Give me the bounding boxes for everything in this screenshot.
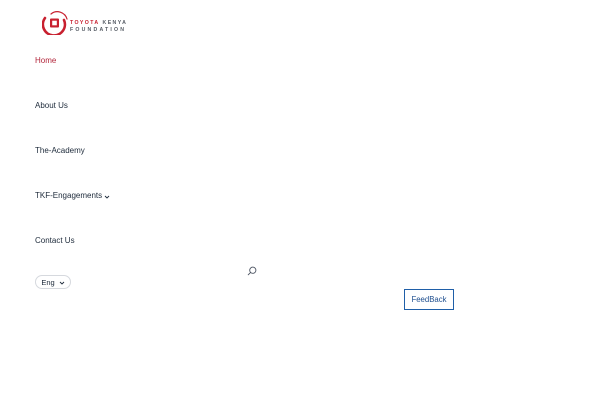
language-selector[interactable]: Eng [35,275,71,289]
toyota-kenya-foundation-logo-icon [41,11,68,37]
nav-item-label: Home [35,56,57,65]
site-logo[interactable]: TOYOTA KENYA FOUNDATION [41,11,127,37]
logo-word-kenya: KENYA [102,19,128,26]
chevron-down-icon [59,279,65,285]
nav-item-the-academy[interactable]: The-Academy [35,146,85,155]
nav-item-contact-us[interactable]: Contact Us [35,236,75,245]
page: TOYOTA KENYA FOUNDATION Home About Us Th… [0,0,600,400]
logo-word-toyota: TOYOTA [70,19,100,26]
chevron-down-icon [104,193,110,199]
logo-wordmark: TOYOTA KENYA FOUNDATION [70,13,127,33]
nav-item-about-us[interactable]: About Us [35,101,68,110]
search-icon[interactable] [247,263,257,276]
nav-item-label: Contact Us [35,236,75,245]
nav-item-label: The-Academy [35,146,85,155]
nav-item-tkf-engagements[interactable]: TKF-Engagements [35,191,110,200]
feedback-button[interactable]: FeedBack [404,289,454,310]
nav-item-label: TKF-Engagements [35,191,103,200]
nav-item-home[interactable]: Home [35,56,56,65]
language-selected: Eng [41,277,55,287]
logo-word-foundation: FOUNDATION [70,27,127,33]
nav-item-label: About Us [35,101,68,110]
